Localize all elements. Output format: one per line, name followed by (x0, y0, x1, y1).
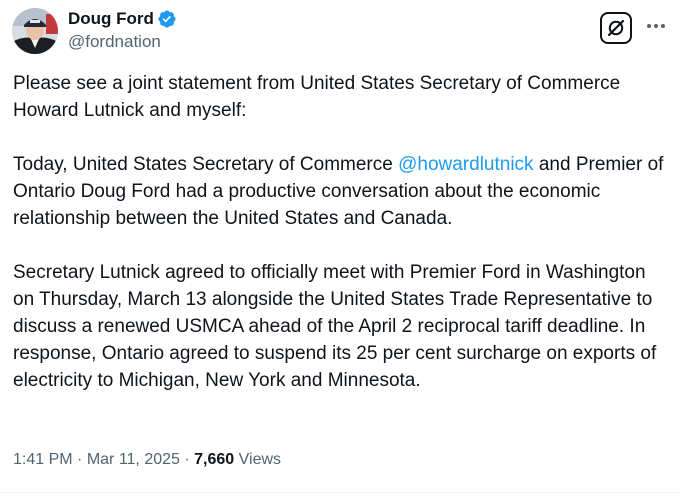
grok-icon (607, 19, 625, 37)
tweet-text: Please see a joint statement from United… (13, 70, 668, 394)
verified-badge-icon (158, 10, 176, 28)
views-count: 7,660 (194, 451, 235, 468)
tweet-paragraph-1: Please see a joint statement from United… (13, 73, 626, 121)
tweet-date[interactable]: Mar 11, 2025 (87, 451, 180, 468)
meta-separator: · (179, 451, 195, 468)
author-handle[interactable]: @fordnation (68, 31, 177, 53)
meta-separator: · (72, 451, 87, 468)
tweet-time[interactable]: 1:41 PM (13, 451, 73, 468)
divider (0, 492, 680, 493)
more-button[interactable] (642, 14, 670, 38)
author-block: Doug Ford @fordnation (68, 8, 177, 53)
more-icon (647, 24, 665, 28)
mention-link[interactable]: @howardlutnick (398, 154, 533, 175)
author-display-name[interactable]: Doug Ford (68, 8, 154, 30)
grok-button[interactable] (600, 12, 632, 44)
tweet-header: Doug Ford @fordnation (10, 6, 670, 56)
avatar[interactable] (12, 8, 58, 54)
tweet-meta: 1:41 PM · Mar 11, 2025 · 7,660 Views (13, 450, 281, 470)
tweet-paragraph-2: Today, United States Secretary of Commer… (13, 154, 669, 229)
tweet-paragraph-3: Secretary Lutnick agreed to officially m… (13, 262, 662, 391)
views-label: Views (238, 451, 282, 468)
